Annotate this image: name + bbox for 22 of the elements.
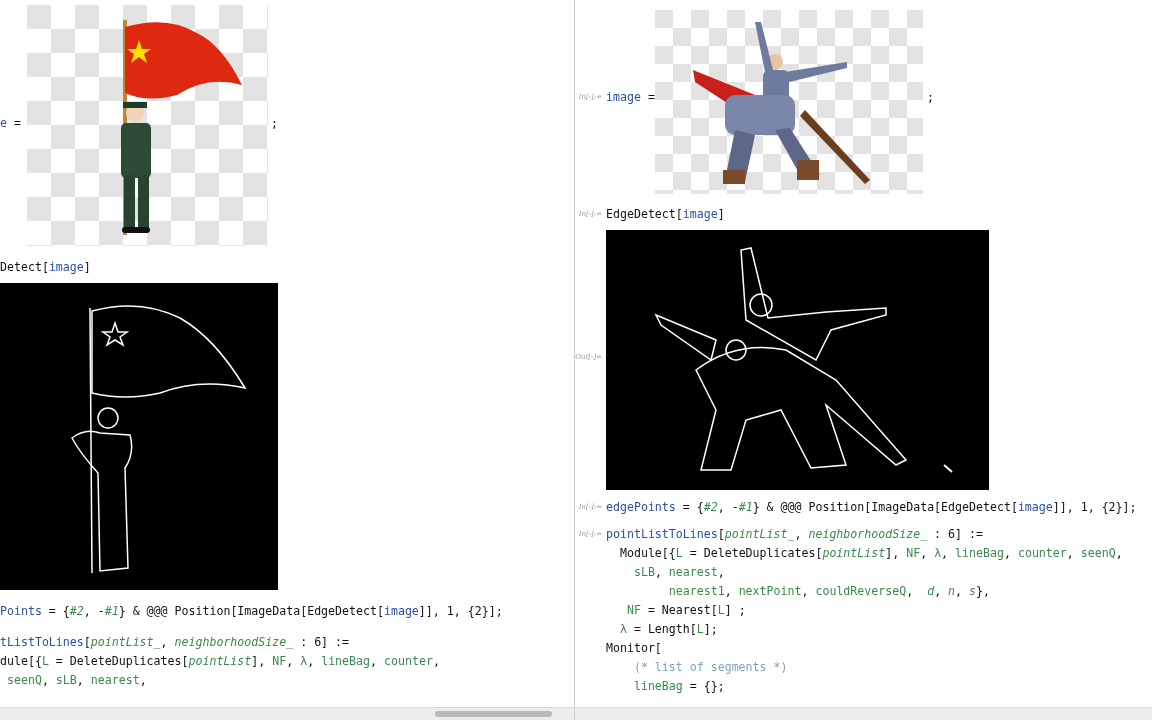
code-line: pointListToLines[pointList_, neighborhoodSize_ : 6] := (606, 526, 984, 543)
horizontal-scrollbar[interactable] (0, 707, 574, 720)
code-line: ; (926, 88, 934, 106)
code-line: EdgeDetect[image] (606, 206, 725, 223)
code-line: NF = Nearest[L] ; (625, 602, 747, 619)
code-line: nearest1, nextPoint, couldReverseQ, d, n, s}, (667, 583, 991, 600)
code-line: lineBag = {}; (632, 678, 726, 695)
code-line: dule[{L = DeleteDuplicates[pointList], NF, λ, lineBag, counter, (0, 653, 440, 670)
horizontal-scrollbar[interactable] (575, 707, 1152, 720)
code-line: Detect[image] (0, 259, 91, 276)
code-line: edgePoints = {#2, -#1} & @@@ Position[ImageData[EdgeDetect[image]], 1, {2}]; (606, 499, 1137, 516)
code-line: seenQ, sLB, nearest, (5, 672, 148, 689)
code-line: Module[{L = DeleteDuplicates[pointList], NF, λ, lineBag, counter, seenQ, (618, 545, 1123, 562)
code-line: λ = Length[L]; (618, 621, 719, 638)
code-line: image = (606, 88, 655, 106)
code-line: (* list of segments *) (632, 659, 789, 676)
code-line: Monitor[ (606, 640, 663, 657)
code-line: ; (270, 114, 278, 132)
code-line: tListToLines[pointList_, neighborhoodSize_ : 6] := (0, 634, 351, 651)
code-line: e = (0, 114, 21, 132)
code-line: sLB, nearest, (632, 564, 726, 581)
code-line: Points = {#2, -#1} & @@@ Position[ImageData[EdgeDetect[image]], 1, {2}]; (0, 603, 503, 620)
